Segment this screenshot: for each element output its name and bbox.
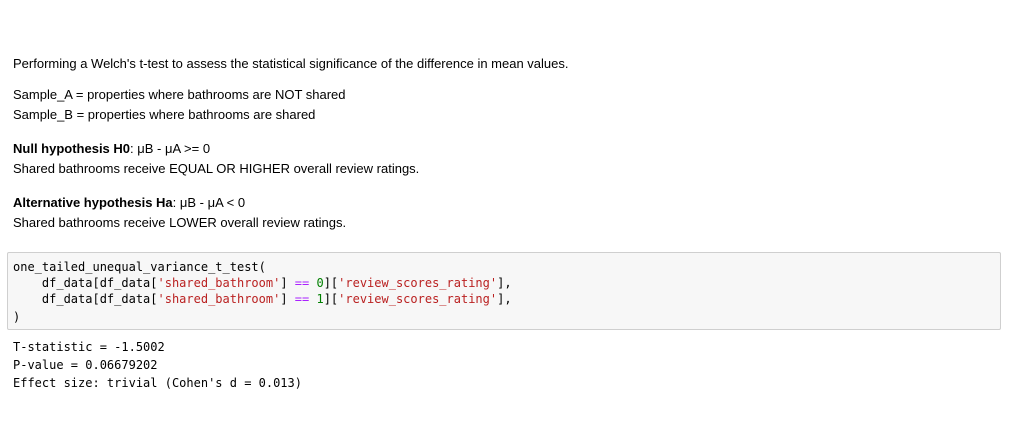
- code-line-1: one_tailed_unequal_variance_t_test(: [13, 260, 266, 274]
- code-cell[interactable]: one_tailed_unequal_variance_t_test( df_d…: [7, 252, 1001, 330]
- intro-text: Performing a Welch's t-test to assess th…: [13, 56, 569, 71]
- output-effect-size: Effect size: trivial (Cohen's d = 0.013): [13, 376, 302, 390]
- code-line-4: ): [13, 310, 21, 324]
- alt-hypothesis-heading: Alternative hypothesis Ha: μB - μA < 0: [13, 193, 245, 213]
- output-p-value: P-value = 0.06679202: [13, 358, 158, 372]
- output-t-statistic: T-statistic = -1.5002: [13, 340, 165, 354]
- sample-b-text: Sample_B = properties where bathrooms ar…: [13, 107, 316, 122]
- alt-hypothesis-formula: : μB - μA < 0: [172, 195, 246, 210]
- null-hypothesis-description: Shared bathrooms receive EQUAL OR HIGHER…: [13, 161, 420, 176]
- alt-hypothesis-description: Shared bathrooms receive LOWER overall r…: [13, 215, 347, 230]
- sample-a-text: Sample_A = properties where bathrooms ar…: [13, 87, 346, 102]
- null-hypothesis-heading: Null hypothesis H0: μB - μA >= 0: [13, 139, 210, 159]
- null-hypothesis-formula: : μB - μA >= 0: [130, 141, 211, 156]
- code-line-2: df_data[df_data['shared_bathroom'] == 0]…: [41, 276, 512, 290]
- alt-hypothesis-label: Alternative hypothesis Ha: [13, 195, 173, 210]
- null-hypothesis-label: Null hypothesis H0: [13, 141, 131, 156]
- code-line-3: df_data[df_data['shared_bathroom'] == 1]…: [41, 292, 512, 306]
